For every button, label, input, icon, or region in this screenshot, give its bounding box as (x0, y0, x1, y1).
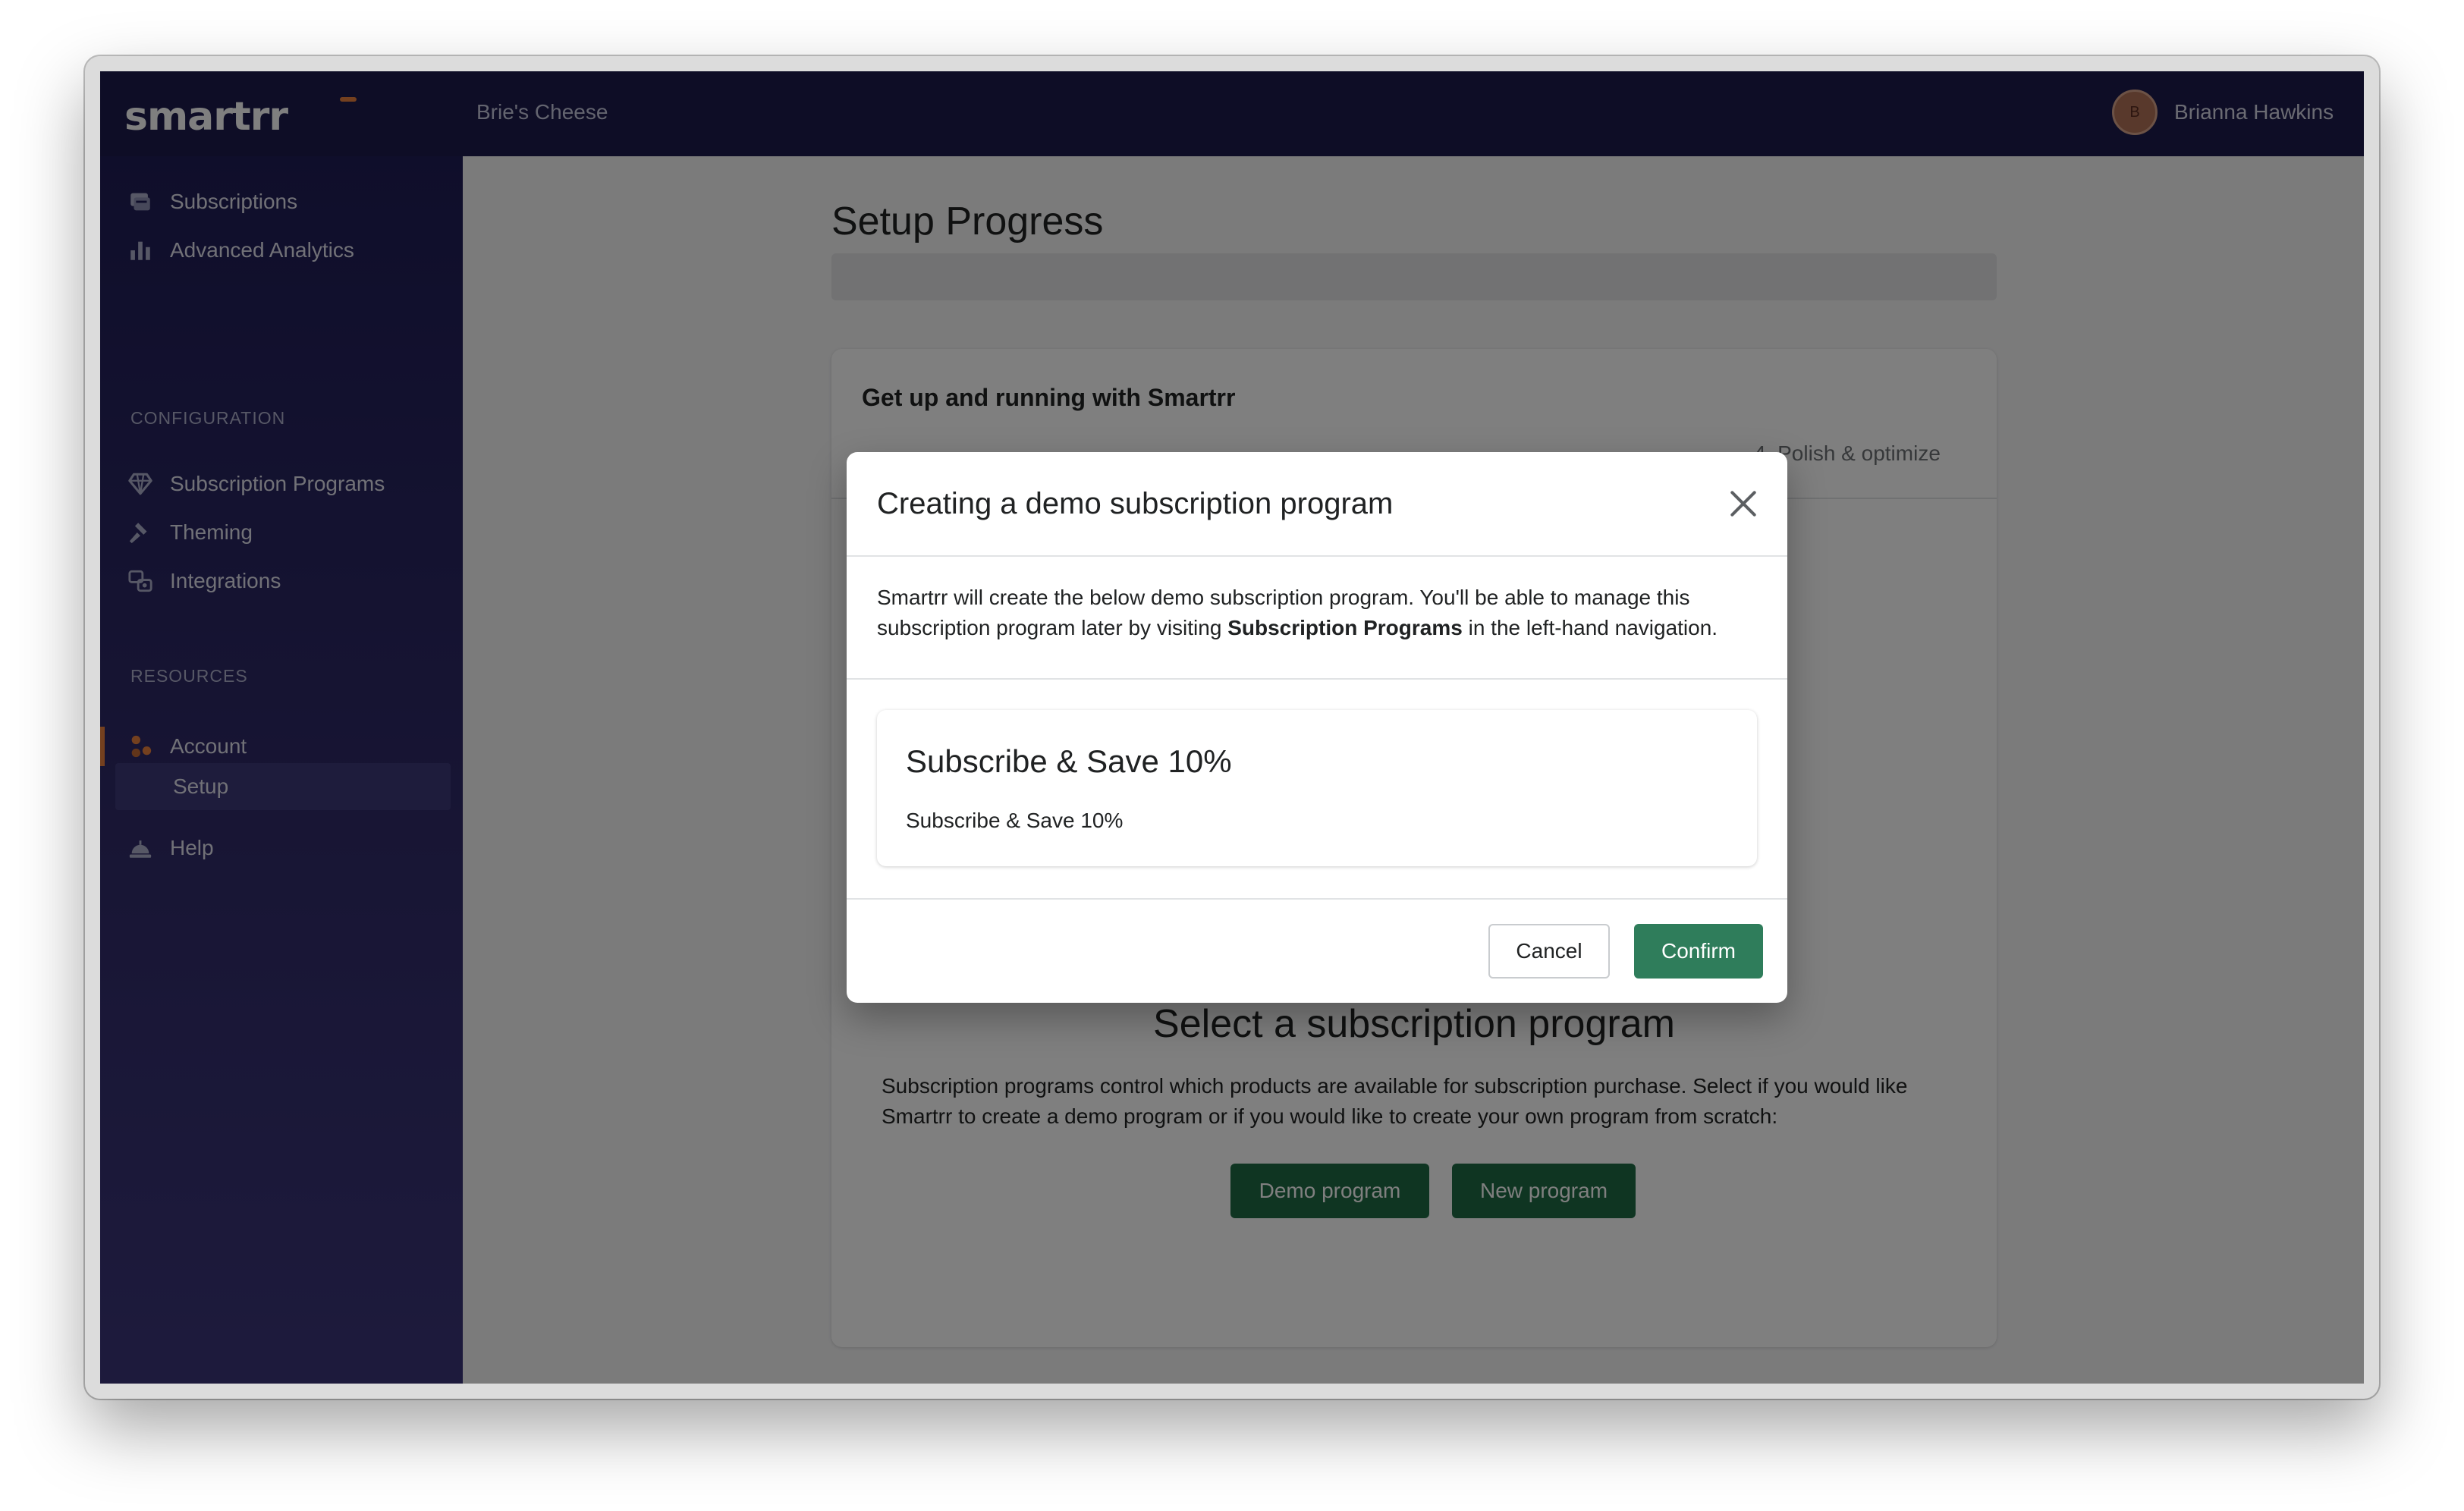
program-subtitle: Subscribe & Save 10% (906, 809, 1124, 832)
modal-description: Smartrr will create the below demo subsc… (877, 583, 1765, 643)
demo-program-preview: Subscribe & Save 10% Subscribe & Save 10… (877, 710, 1757, 866)
close-icon[interactable] (1727, 487, 1760, 520)
modal-description-text-end: in the left-hand navigation. (1462, 616, 1718, 639)
modal-header-divider (847, 555, 1787, 557)
subscription-programs-reference: Subscription Programs (1227, 616, 1463, 639)
modal-title: Creating a demo subscription program (877, 487, 1394, 520)
modal-footer-divider (847, 898, 1787, 900)
confirm-button[interactable]: Confirm (1634, 924, 1763, 979)
modal-body-divider (847, 678, 1787, 680)
demo-program-modal: Creating a demo subscription program Sma… (847, 452, 1787, 1003)
app-root: Setup Progress Get up and running with S… (100, 71, 2364, 1384)
app-window: Setup Progress Get up and running with S… (85, 56, 2379, 1399)
cancel-button[interactable]: Cancel (1488, 924, 1610, 979)
program-title: Subscribe & Save 10% (906, 743, 1232, 779)
